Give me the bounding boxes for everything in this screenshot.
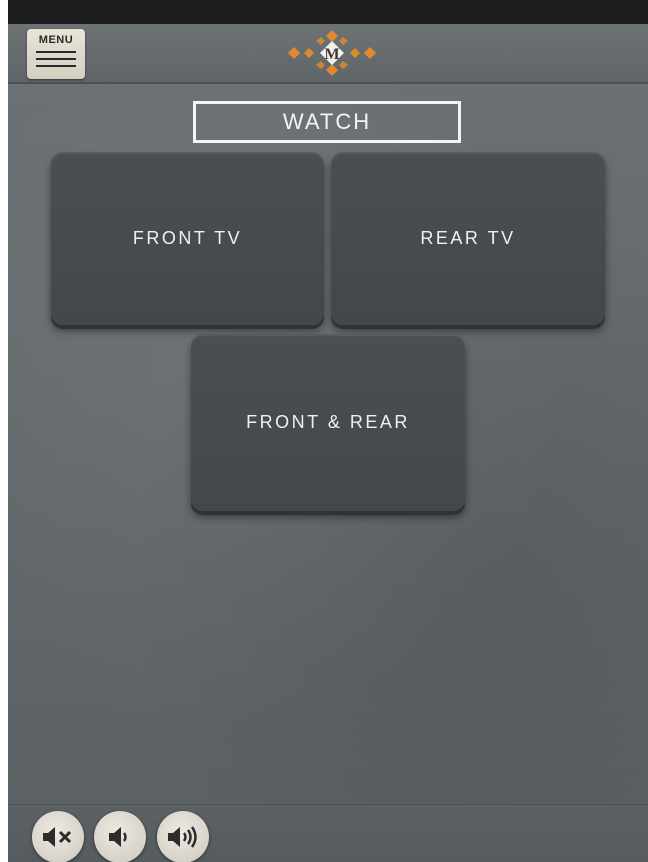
- volume-up-button[interactable]: [157, 811, 209, 862]
- front-and-rear-button[interactable]: FRONT & REAR: [191, 334, 465, 511]
- logo-monogram: M: [324, 46, 339, 63]
- device-frame: MENU M WATCH FRONT TV REAR TV FRONT & RE…: [8, 0, 648, 862]
- volume-down-icon: [109, 827, 127, 847]
- front-tv-label: FRONT TV: [132, 228, 243, 248]
- rear-tv-label: REAR TV: [420, 228, 516, 248]
- front-tv-button[interactable]: FRONT TV: [51, 152, 324, 325]
- header-bar: MENU M: [8, 24, 648, 84]
- menu-button[interactable]: MENU: [27, 29, 85, 79]
- rear-tv-button[interactable]: REAR TV: [331, 152, 605, 325]
- mute-button[interactable]: [32, 811, 84, 862]
- menu-label: MENU: [38, 34, 74, 46]
- status-bar: [8, 0, 648, 24]
- brand-emblem-icon: M: [288, 30, 376, 76]
- volume-up-icon: [168, 826, 197, 848]
- main-panel: WATCH FRONT TV REAR TV FRONT & REAR: [8, 84, 648, 804]
- volume-down-button[interactable]: [94, 811, 146, 862]
- hamburger-icon: [36, 51, 76, 72]
- mute-icon: [43, 827, 72, 847]
- volume-bar: [8, 804, 648, 862]
- page-title: WATCH: [193, 101, 461, 143]
- front-and-rear-label: FRONT & REAR: [246, 412, 410, 432]
